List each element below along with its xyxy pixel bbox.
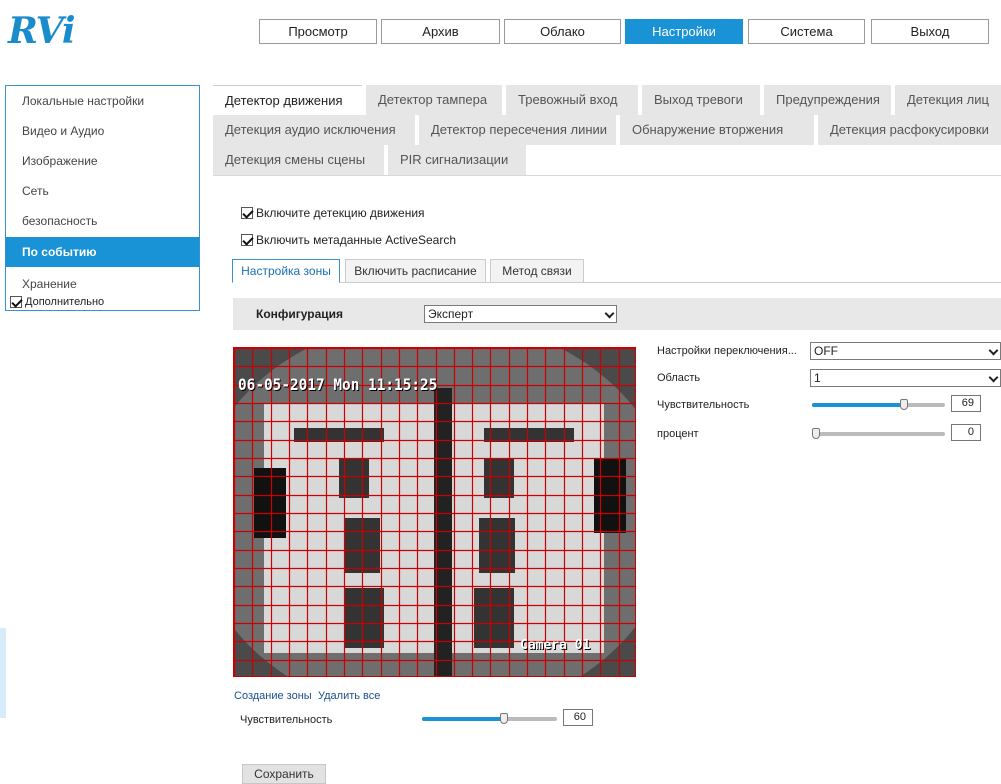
create-zone-link[interactable]: Создание зоны [234, 690, 312, 702]
zone-sensitivity-slider[interactable] [422, 713, 557, 724]
percent-slider[interactable] [812, 428, 945, 439]
tab-defocus[interactable]: Детекция расфокусировки [818, 115, 1001, 145]
nav-archive-button[interactable]: Архив [381, 19, 500, 44]
switch-settings-select[interactable]: OFF [810, 342, 1001, 360]
zone-sensitivity-label: Чувствительность [240, 714, 333, 726]
advanced-label: Дополнительно [25, 296, 105, 308]
video-preview[interactable]: 06-05-2017 Mon 11:15:25 Camera 01 [233, 347, 636, 677]
tab-alarm-input[interactable]: Тревожный вход [506, 85, 638, 115]
switch-settings-label: Настройки переключения... [657, 345, 797, 357]
sensitivity-label: Чувствительность [657, 399, 750, 411]
subtab-zone-setup[interactable]: Настройка зоны [232, 259, 340, 283]
nav-settings-button[interactable]: Настройки [625, 19, 743, 44]
tab-audio-exception[interactable]: Детекция аудио исключения [213, 115, 415, 145]
chevron-down-icon [988, 345, 999, 356]
sidebar-item-storage[interactable]: Хранение [6, 269, 199, 299]
area-label: Область [657, 372, 701, 384]
area-select[interactable]: 1 [810, 369, 1001, 387]
motion-detection-checkbox-row[interactable]: Включите детекцию движения [241, 206, 425, 220]
subtab-schedule[interactable]: Включить расписание [345, 259, 486, 283]
config-bar [233, 298, 1001, 330]
chevron-down-icon [988, 372, 999, 383]
nav-view-button[interactable]: Просмотр [259, 19, 377, 44]
tab-warnings[interactable]: Предупреждения [764, 85, 891, 115]
activesearch-checkbox[interactable] [241, 234, 253, 246]
tab-scene-change[interactable]: Детекция смены сцены [213, 145, 384, 175]
sidebar-item-event[interactable]: По событию [6, 237, 199, 267]
sidebar: Локальные настройки Видео и Аудио Изобра… [5, 85, 200, 311]
zone-sensitivity-slider-thumb[interactable] [500, 713, 508, 724]
tab-pir[interactable]: PIR сигнализации [388, 145, 526, 175]
delete-all-link[interactable]: Удалить все [318, 690, 380, 702]
advanced-checkbox[interactable] [10, 296, 22, 308]
sidebar-item-image[interactable]: Изображение [6, 146, 199, 176]
video-timestamp: 06-05-2017 Mon 11:15:25 [238, 375, 438, 394]
config-select-value: Эксперт [428, 307, 474, 321]
sensitivity-value-input[interactable]: 69 [951, 395, 981, 412]
tab-line-crossing[interactable]: Детектор пересечения линии [419, 115, 616, 145]
motion-detection-label: Включите детекцию движения [256, 206, 425, 220]
tab-face-detection[interactable]: Детекция лиц [895, 85, 1001, 115]
tab-tamper[interactable]: Детектор тампера [366, 85, 502, 115]
percent-label: процент [657, 428, 699, 440]
nav-logout-button[interactable]: Выход [871, 19, 989, 44]
switch-settings-value: OFF [814, 344, 838, 358]
rvi-logo: RVi [8, 10, 76, 52]
sidebar-item-video-audio[interactable]: Видео и Аудио [6, 116, 199, 146]
config-label: Конфигурация [256, 307, 344, 321]
sidebar-item-security[interactable]: безопасность [6, 206, 199, 236]
zone-sensitivity-slider-fill [422, 717, 504, 721]
sensitivity-slider-fill [812, 403, 904, 407]
tab-motion-detection[interactable]: Детектор движения [213, 85, 362, 115]
zone-sensitivity-value-input[interactable]: 60 [563, 709, 593, 726]
config-select[interactable]: Эксперт [424, 305, 617, 323]
tab-alarm-output[interactable]: Выход тревоги [642, 85, 760, 115]
subtab-linkage[interactable]: Метод связи [490, 259, 584, 283]
activesearch-label: Включить метаданные ActiveSearch [256, 233, 456, 247]
motion-detection-checkbox[interactable] [241, 207, 253, 219]
activesearch-checkbox-row[interactable]: Включить метаданные ActiveSearch [241, 233, 456, 247]
chevron-down-icon [604, 308, 615, 319]
sidebar-item-network[interactable]: Сеть [6, 176, 199, 206]
area-value: 1 [814, 371, 821, 385]
tab-intrusion[interactable]: Обнаружение вторжения [620, 115, 814, 145]
video-scene [234, 348, 635, 676]
nav-cloud-button[interactable]: Облако [504, 19, 621, 44]
advanced-checkbox-row[interactable]: Дополнительно [10, 296, 104, 308]
save-button[interactable]: Сохранить [242, 764, 326, 784]
sensitivity-slider-thumb[interactable] [900, 399, 908, 410]
sidebar-item-local[interactable]: Локальные настройки [6, 86, 199, 116]
sensitivity-slider[interactable] [812, 399, 945, 410]
edge-decoration [0, 628, 6, 718]
percent-slider-thumb[interactable] [812, 428, 820, 439]
percent-value-input[interactable]: 0 [951, 424, 981, 441]
nav-system-button[interactable]: Система [748, 19, 865, 44]
video-camera-name: Camera 01 [520, 638, 591, 653]
